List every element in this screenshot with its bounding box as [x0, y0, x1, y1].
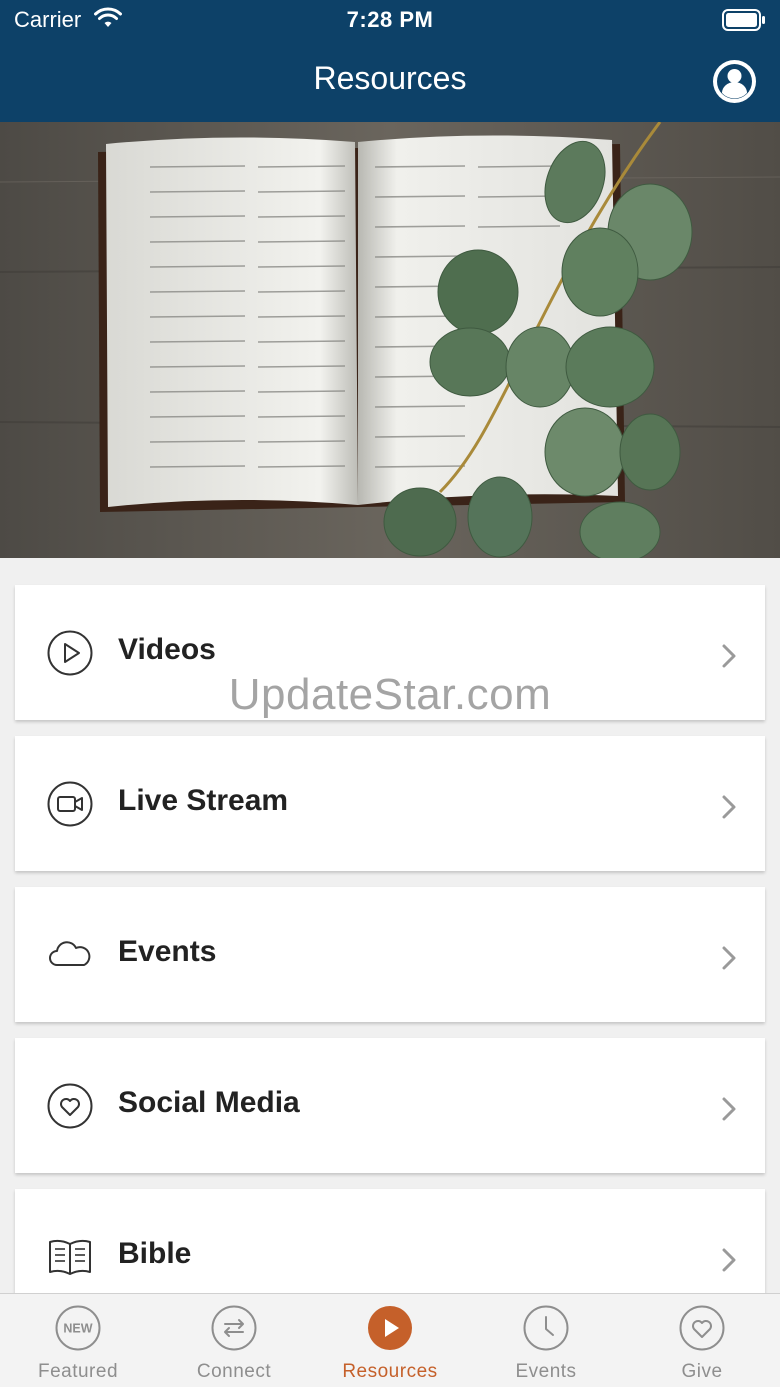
open-book-icon	[49, 1239, 91, 1275]
heart-circle-icon	[679, 1305, 725, 1351]
tab-label: Connect	[196, 1361, 272, 1382]
menu-item-label: Videos	[118, 633, 216, 666]
navigation-bar: Resources	[0, 40, 780, 122]
video-camera-circle-icon	[47, 781, 93, 827]
menu-item-social-media[interactable]: Social Media	[15, 1038, 765, 1173]
menu-item-label: Live Stream	[118, 784, 289, 817]
chevron-right-icon	[722, 946, 736, 970]
chevron-right-icon	[722, 1248, 736, 1272]
chevron-right-icon	[722, 795, 736, 819]
new-badge-icon: NEW	[55, 1305, 101, 1351]
watermark-text: UpdateStar.com	[228, 670, 552, 719]
tab-give[interactable]: Give	[624, 1294, 780, 1387]
tab-label: Events	[515, 1361, 577, 1382]
tab-events[interactable]: Events	[468, 1294, 624, 1387]
hero-image	[0, 122, 780, 558]
tab-bar: NEW Featured Connect Resources Events Gi…	[0, 1293, 780, 1387]
status-bar: Carrier 7:28 PM	[0, 0, 780, 40]
cloud-icon	[49, 941, 91, 966]
menu-item-label: Bible	[118, 1237, 192, 1270]
resources-list: Videos Live Stream Events Social Media B…	[0, 558, 780, 1293]
menu-item-events[interactable]: Events	[15, 887, 765, 1022]
tab-featured[interactable]: NEW Featured	[0, 1294, 156, 1387]
menu-item-live-stream[interactable]: Live Stream	[15, 736, 765, 871]
battery-icon	[722, 9, 765, 31]
menu-item-label: Events	[118, 935, 217, 968]
clock-icon	[523, 1305, 569, 1351]
new-badge-text: NEW	[63, 1322, 92, 1336]
arrows-exchange-icon	[211, 1305, 257, 1351]
heart-circle-icon	[47, 1083, 93, 1129]
profile-icon[interactable]	[712, 59, 757, 104]
tab-label: Featured	[37, 1361, 119, 1382]
tab-resources[interactable]: Resources	[312, 1294, 468, 1387]
clock-time: 7:28 PM	[346, 7, 434, 32]
tab-label: Resources	[342, 1361, 438, 1382]
play-circle-filled-icon	[368, 1306, 412, 1350]
page-title: Resources	[313, 60, 467, 96]
menu-item-label: Social Media	[118, 1086, 300, 1119]
tab-label: Give	[681, 1361, 723, 1382]
menu-item-bible[interactable]: Bible	[15, 1189, 765, 1293]
chevron-right-icon	[722, 644, 736, 668]
tab-connect[interactable]: Connect	[156, 1294, 312, 1387]
chevron-right-icon	[722, 1097, 736, 1121]
